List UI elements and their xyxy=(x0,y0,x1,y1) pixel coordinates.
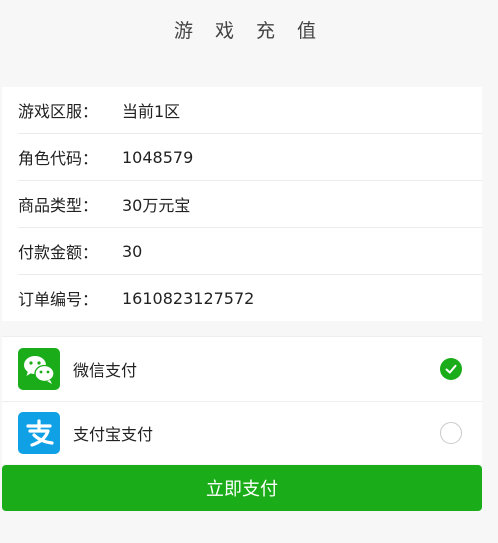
info-label: 商品类型： xyxy=(18,196,99,215)
server-value: 当前1区 xyxy=(122,102,181,121)
info-label: 订单编号： xyxy=(18,290,99,309)
payment-option-alipay[interactable]: 支付宝支付 xyxy=(2,402,482,464)
order-info-row-amount: 付款金额： 30 xyxy=(18,228,482,275)
info-label: 角色代码： xyxy=(18,149,99,168)
wechat-icon xyxy=(18,348,60,390)
alipay-unselected-radio[interactable] xyxy=(440,422,462,444)
payment-label-alipay: 支付宝支付 xyxy=(73,425,154,444)
role-code-value: 1048579 xyxy=(122,147,194,167)
order-info-row-order-number: 订单编号： 1610823127572 xyxy=(18,275,482,321)
order-number-value: 1610823127572 xyxy=(122,288,255,308)
order-info-row-server: 游戏区服： 当前1区 xyxy=(18,87,482,134)
wechat-selected-radio[interactable] xyxy=(440,358,462,380)
order-info-row-role: 角色代码： 1048579 xyxy=(18,134,482,181)
order-info-card: 游戏区服： 当前1区 角色代码： 1048579 商品类型： 30万元宝 付款金… xyxy=(2,87,482,321)
product-type-value: 30万元宝 xyxy=(122,196,191,215)
payment-method-list: 微信支付 支付宝支付 xyxy=(2,336,482,464)
page-title: 游 戏 充 值 xyxy=(173,20,325,42)
payment-label-wechat: 微信支付 xyxy=(73,361,138,380)
info-label: 付款金额： xyxy=(18,243,99,262)
pay-now-button[interactable]: 立即支付 xyxy=(2,465,482,511)
info-label: 游戏区服： xyxy=(18,102,99,121)
alipay-icon xyxy=(18,412,60,454)
payment-option-wechat[interactable]: 微信支付 xyxy=(2,337,482,402)
amount-value: 30 xyxy=(122,241,143,261)
order-info-row-product: 商品类型： 30万元宝 xyxy=(18,181,482,228)
check-icon xyxy=(445,364,457,374)
